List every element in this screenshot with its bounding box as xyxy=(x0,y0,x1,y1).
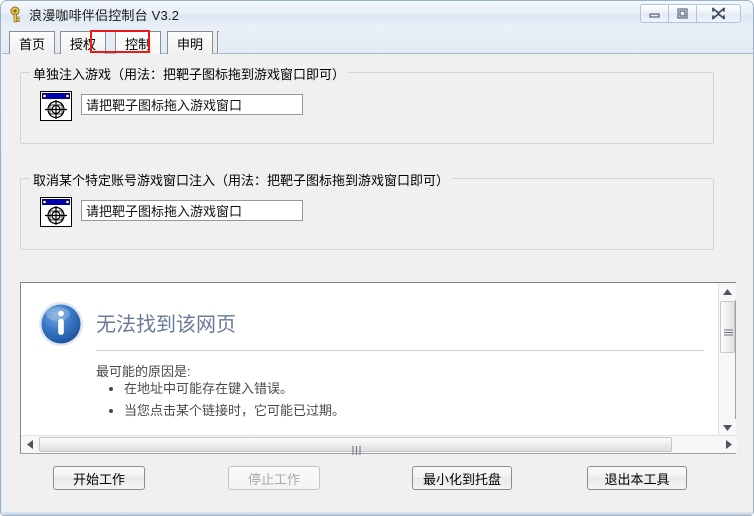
horizontal-scroll-thumb[interactable] xyxy=(39,437,672,455)
window-title: 浪漫咖啡伴侣控制台 V3.2 xyxy=(29,8,180,23)
browser-content: 无法找到该网页 最可能的原因是: 在地址中可能存在键入错误。 当您点击某个链接时… xyxy=(21,283,719,436)
target-window-icon[interactable] xyxy=(40,197,72,227)
target-window-icon[interactable] xyxy=(40,91,72,121)
tab-bar: 首页 授权 控制 申明 xyxy=(2,28,753,54)
group-title: 单独注入游戏（用法：把靶子图标拖到游戏窗口即可） xyxy=(30,64,349,83)
title-bar: 浪漫咖啡伴侣控制台 V3.2 xyxy=(1,1,753,28)
scroll-down-arrow[interactable] xyxy=(719,419,736,436)
button-label: 最小化到托盘 xyxy=(422,471,501,487)
group-cancel-inject-account: 取消某个特定账号游戏窗口注入（用法：把靶子图标拖到游戏窗口即可） 请把靶子图标拖… xyxy=(20,170,714,250)
group-inject-game: 单独注入游戏（用法：把靶子图标拖到游戏窗口即可） 请把靶子图标拖入游戏窗口 xyxy=(20,64,714,144)
drop-target-text: 请把靶子图标拖入游戏窗口 xyxy=(86,204,243,219)
button-label: 退出本工具 xyxy=(604,471,670,487)
tab-label: 授权 xyxy=(70,36,97,52)
browser-vertical-scrollbar[interactable] xyxy=(718,283,736,436)
exit-tool-button[interactable]: 退出本工具 xyxy=(587,466,687,490)
key-icon xyxy=(9,6,26,23)
close-button[interactable] xyxy=(696,4,741,23)
minimize-to-tray-button[interactable]: 最小化到托盘 xyxy=(412,466,512,490)
tab-home[interactable]: 首页 xyxy=(9,31,56,54)
tab-label: 控制 xyxy=(125,36,152,52)
tab-strip-filler xyxy=(217,31,219,54)
client-area: 单独注入游戏（用法：把靶子图标拖到游戏窗口即可） 请把靶子图标拖入游戏窗口 取消… xyxy=(2,54,753,515)
start-work-button[interactable]: 开始工作 xyxy=(53,466,145,490)
browser-horizontal-scrollbar[interactable] xyxy=(21,435,737,455)
scroll-left-arrow[interactable] xyxy=(21,436,38,453)
window-bottom-edge xyxy=(2,512,753,515)
list-item: 在地址中可能存在键入错误。 xyxy=(124,381,345,397)
error-lead-text: 最可能的原因是: xyxy=(96,364,191,379)
error-heading: 无法找到该网页 xyxy=(96,314,236,336)
tab-statement[interactable]: 申明 xyxy=(167,31,214,54)
tab-authorization[interactable]: 授权 xyxy=(60,31,107,54)
group-title: 取消某个特定账号游戏窗口注入（用法：把靶子图标拖到游戏窗口即可） xyxy=(30,170,453,189)
divider xyxy=(96,350,704,351)
minimize-button[interactable] xyxy=(640,4,669,23)
scroll-up-arrow[interactable] xyxy=(719,283,736,300)
drop-target-text: 请把靶子图标拖入游戏窗口 xyxy=(86,98,243,113)
button-label: 停止工作 xyxy=(247,471,300,487)
error-reason-list: 在地址中可能存在键入错误。 当您点击某个链接时，它可能已过期。 xyxy=(96,381,345,425)
vertical-scroll-thumb[interactable] xyxy=(720,301,735,353)
info-icon xyxy=(38,301,84,347)
tab-label: 申明 xyxy=(177,36,204,52)
application-window: 浪漫咖啡伴侣控制台 V3.2 首页 授权 控制 申明 单独注入游戏（用法：把靶子… xyxy=(0,0,754,516)
embedded-browser-panel: 无法找到该网页 最可能的原因是: 在地址中可能存在键入错误。 当您点击某个链接时… xyxy=(20,282,737,455)
button-label: 开始工作 xyxy=(72,471,125,487)
scroll-right-arrow[interactable] xyxy=(720,436,737,453)
maximize-button[interactable] xyxy=(668,4,697,23)
drop-target-input-2[interactable]: 请把靶子图标拖入游戏窗口 xyxy=(81,200,303,221)
scroll-grip-icon xyxy=(724,323,733,336)
tab-control[interactable]: 控制 xyxy=(115,31,162,54)
stop-work-button[interactable]: 停止工作 xyxy=(228,466,320,490)
tab-label: 首页 xyxy=(19,36,46,52)
scroll-grip-icon xyxy=(352,442,361,455)
list-item: 当您点击某个链接时，它可能已过期。 xyxy=(124,403,345,419)
drop-target-input-1[interactable]: 请把靶子图标拖入游戏窗口 xyxy=(81,94,303,115)
